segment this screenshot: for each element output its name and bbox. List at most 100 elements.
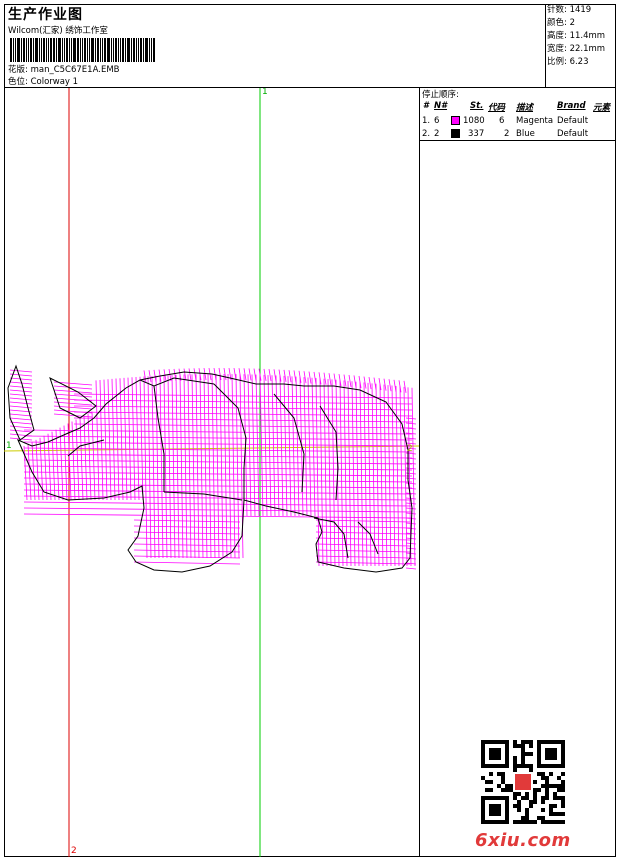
stat-width: 宽度: 22.1mm <box>547 44 606 54</box>
row-n: 2 <box>434 129 440 139</box>
qr-code-icon <box>481 740 565 824</box>
row-brand: Default <box>557 129 589 139</box>
barcode-bar <box>64 38 65 62</box>
barcode-bar <box>140 38 142 62</box>
col-brand: Brand <box>557 101 586 111</box>
barcode-bar <box>122 38 124 62</box>
stat-scale: 比例: 6.23 <box>547 57 589 67</box>
row-brand: Default <box>557 116 589 126</box>
colorway-value: Colorway 1 <box>30 77 79 87</box>
barcode-bar <box>71 38 72 62</box>
barcode-bar <box>84 38 86 62</box>
guide-label-h-right: 2 <box>407 444 413 454</box>
barcode-bar <box>151 38 152 62</box>
barcode-bar <box>48 38 49 62</box>
barcode-bar <box>30 38 32 62</box>
design-row: 花版: man_C5C67E1A.EMB <box>8 63 119 75</box>
stats-box: 针数: 1419 颜色: 2 高度: 11.4mm 宽度: 22.1mm 比例:… <box>547 4 615 69</box>
barcode-bar <box>131 38 132 62</box>
col-desc: 描述 <box>516 103 534 113</box>
barcode-bar <box>53 38 55 62</box>
header-info: 生产作业图 Wilcom(汇家) 绣饰工作室 花版: man_C5C67E1A.… <box>4 4 546 87</box>
stop-sequence-title: 停止顺序: <box>422 90 459 100</box>
barcode-bar <box>138 38 139 62</box>
guide-label-v2-bottom: 2 <box>71 846 77 856</box>
colorway-label: 色位: <box>8 77 28 87</box>
design-canvas: 1 2 1 2 <box>4 88 420 857</box>
barcode-bar <box>91 38 94 62</box>
barcode-bar <box>100 38 101 62</box>
barcode-bar <box>23 38 25 62</box>
row-n: 6 <box>434 116 440 126</box>
stat-colors: 颜色: 2 <box>547 18 575 28</box>
barcode-bar <box>58 38 61 62</box>
row-desc: Magenta <box>516 116 554 126</box>
barcode-bar <box>15 38 16 62</box>
barcode-bar <box>111 38 112 62</box>
stat-height: 高度: 11.4mm <box>547 31 606 41</box>
col-seq: # <box>423 101 429 111</box>
barcode-bar <box>43 38 45 62</box>
colorway-row: 色位: Colorway 1 <box>8 75 78 87</box>
barcode-bar <box>26 38 27 62</box>
barcode-bar <box>13 38 14 62</box>
barcode-bar <box>69 38 70 62</box>
col-st: St. <box>470 101 484 111</box>
panel-divider <box>420 140 616 141</box>
col-elem: 元素 <box>593 103 611 113</box>
row-st: 337 <box>468 129 485 139</box>
guide-label-v1-top: 1 <box>262 88 268 97</box>
barcode-bar <box>149 38 150 62</box>
row-code: 2 <box>504 129 510 139</box>
barcode-bar <box>97 38 99 62</box>
barcode-bar <box>102 38 103 62</box>
watermark-logo: 6xiu.com <box>475 830 571 851</box>
barcode-bar <box>39 38 40 62</box>
stat-stitches: 针数: 1419 <box>547 5 592 15</box>
table-row: 1. 6 1080 6 Magenta Default <box>420 115 616 128</box>
barcode-bar <box>143 38 144 62</box>
barcode-bar <box>10 38 12 62</box>
col-code: 代码 <box>488 103 506 113</box>
color-swatch <box>451 116 460 125</box>
barcode <box>10 38 196 62</box>
barcode-bar <box>66 38 68 62</box>
barcode-bar <box>62 38 63 62</box>
guide-label-h-left: 1 <box>6 441 12 451</box>
barcode-bar <box>153 38 155 62</box>
embroidery-drawing <box>4 88 419 857</box>
barcode-bar <box>35 38 38 62</box>
barcode-bar <box>115 38 117 62</box>
row-st: 1080 <box>463 116 485 126</box>
barcode-bar <box>21 38 22 62</box>
color-swatch <box>451 129 460 138</box>
barcode-bar <box>77 38 79 62</box>
barcode-bar <box>33 38 34 62</box>
row-seq: 1. <box>422 116 431 126</box>
barcode-bar <box>87 38 88 62</box>
barcode-bar <box>56 38 57 62</box>
barcode-bar <box>28 38 29 62</box>
barcode-bar <box>133 38 135 62</box>
barcode-bar <box>80 38 81 62</box>
barcode-bar <box>118 38 119 62</box>
header: 生产作业图 Wilcom(汇家) 绣饰工作室 花版: man_C5C67E1A.… <box>4 4 616 88</box>
row-seq: 2. <box>422 129 431 139</box>
col-n: N# <box>434 101 448 111</box>
row-code: 6 <box>499 116 505 126</box>
barcode-bar <box>125 38 126 62</box>
barcode-bar <box>95 38 96 62</box>
color-panel: 停止顺序: # N# St. 代码 描述 Brand 元素 1. 6 1080 … <box>420 88 616 857</box>
page-title: 生产作业图 <box>8 7 83 23</box>
barcode-bar <box>46 38 47 62</box>
barcode-bar <box>107 38 110 62</box>
barcode-bar <box>145 38 148 62</box>
barcode-bar <box>17 38 20 62</box>
barcode-bar <box>50 38 52 62</box>
stitch-fill <box>9 367 417 570</box>
design-value: man_C5C67E1A.EMB <box>30 65 120 75</box>
barcode-bar <box>41 38 42 62</box>
barcode-bar <box>136 38 137 62</box>
barcode-bar <box>104 38 106 62</box>
barcode-bar <box>113 38 114 62</box>
